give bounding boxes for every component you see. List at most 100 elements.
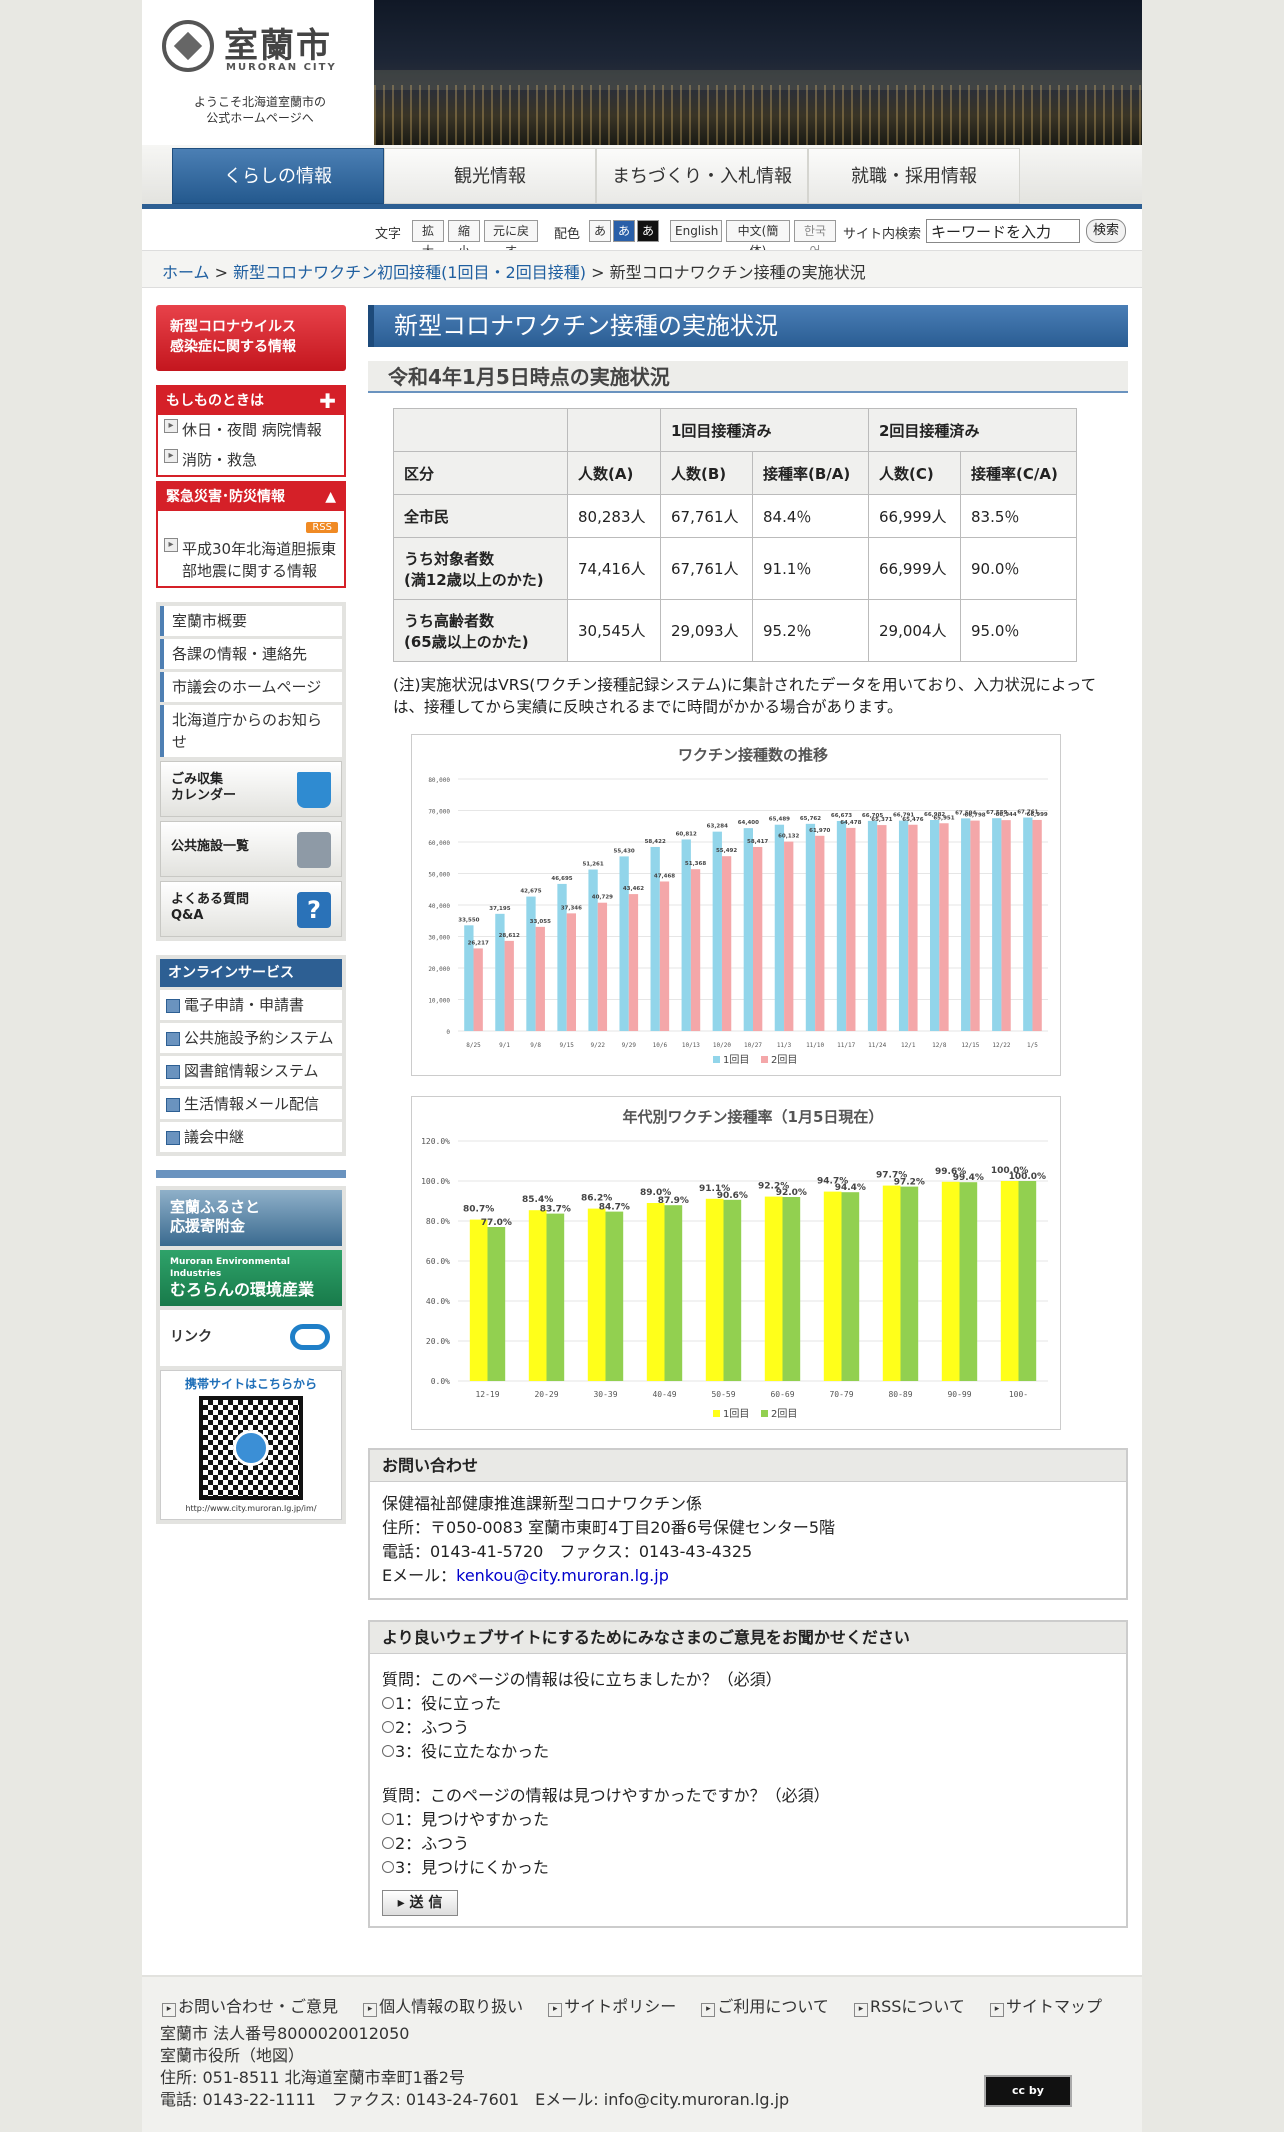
bar <box>900 1186 919 1381</box>
text-reset-button[interactable]: 元に戻す <box>484 220 538 258</box>
color-blue-button[interactable]: あ <box>613 220 635 242</box>
survey-option-label: 2：ふつう <box>395 1834 470 1853</box>
survey-question-2: 質問：このページの情報は見つけやすかったですか？（必須） <box>382 1786 830 1805</box>
bar <box>597 902 608 1031</box>
site-footer: お問い合わせ・ご意見 個人情報の取り扱い サイトポリシー ご利用について RSS… <box>142 1975 1142 2132</box>
breadcrumb-home-link[interactable]: ホーム <box>162 263 210 282</box>
contact-dept: 保健福祉部健康推進課新型コロナワクチン係 <box>382 1494 703 1513</box>
breadcrumb-separator: > <box>214 263 229 282</box>
breadcrumb-parent-link[interactable]: 新型コロナワクチン初回接種(1回目・2回目接種) <box>233 263 586 282</box>
lang-english-button[interactable]: English <box>670 220 722 242</box>
data-label: 51,368 <box>685 861 706 867</box>
bar <box>681 839 691 1031</box>
survey-q2-option-1-radio[interactable] <box>382 1813 394 1825</box>
y-tick-label: 20,000 <box>428 966 450 973</box>
x-tick-label: 11/24 <box>868 1042 886 1049</box>
sidebar-item-city-overview[interactable]: 室蘭市概要 <box>160 606 342 636</box>
breadcrumb-current: 新型コロナワクチン接種の実施状況 <box>609 263 866 282</box>
lang-korean-button[interactable]: 한국어 <box>794 220 836 258</box>
disaster-title: 緊急災害･防災情報 <box>166 489 285 505</box>
page-title: 新型コロナワクチン接種の実施状況 <box>368 305 1128 347</box>
faq-button[interactable]: よくある質問 Q&A ? <box>160 881 342 937</box>
legend-label: 2回目 <box>771 1054 797 1066</box>
survey-option-label: 2：ふつう <box>395 1718 470 1737</box>
furusato-line-1: 室蘭ふるさと <box>170 1198 261 1216</box>
data-label: 61,970 <box>809 828 830 834</box>
mobile-site-qr[interactable]: 携帯サイトはこちらから http://www.city.muroran.lg.j… <box>160 1370 342 1520</box>
data-label: 83.7% <box>540 1205 571 1215</box>
public-facilities-button[interactable]: 公共施設一覧 <box>160 821 342 877</box>
bar <box>846 827 856 1031</box>
site-logo[interactable]: 室蘭市 MURORAN CITY ようこそ北海道室蘭市の 公式ホームページへ <box>142 0 372 145</box>
vaccination-count-chart-svg: ワクチン接種数の推移 0 10,000 20,000 30,000 40,000 50,00… <box>428 746 1048 1066</box>
footer-link-terms[interactable]: ご利用について <box>701 1997 829 2016</box>
bar <box>546 1213 565 1381</box>
survey-option-label: 1：見つけやすかった <box>395 1810 550 1829</box>
survey-q1-option-1-radio[interactable] <box>382 1697 394 1709</box>
garbage-calendar-button[interactable]: ごみ収集 カレンダー <box>160 761 342 817</box>
sidebar-item-e-application[interactable]: 電子申請・申請書 <box>160 990 342 1020</box>
city-info-box: 室蘭市概要 各課の情報・連絡先 市議会のホームページ 北海道庁からのお知らせ ご… <box>156 602 346 941</box>
nav-living[interactable]: くらしの情報 <box>172 148 384 204</box>
footer-link-site-policy[interactable]: サイトポリシー <box>548 1997 676 2016</box>
nav-employment[interactable]: 就職・採用情報 <box>808 148 1020 204</box>
lang-chinese-button[interactable]: 中文(簡体) <box>726 220 790 258</box>
table-cell: 91.1％ <box>752 537 869 600</box>
sidebar-item-holiday-hospital[interactable]: 休日・夜間 病院情報 <box>158 415 344 445</box>
color-black-button[interactable]: あ <box>637 220 659 242</box>
x-tick-label: 10/27 <box>744 1042 762 1049</box>
bar <box>815 835 825 1031</box>
data-label: 64,478 <box>840 820 861 826</box>
sidebar-item-library[interactable]: 図書館情報システム <box>160 1056 342 1086</box>
text-shrink-button[interactable]: 縮小 <box>448 220 480 258</box>
survey-q2-option-3-radio[interactable] <box>382 1861 394 1873</box>
creative-commons-icon[interactable]: cc by <box>984 2075 1072 2107</box>
nav-town-planning[interactable]: まちづくり・入札情報 <box>596 148 808 204</box>
covid-info-button[interactable]: 新型コロナウイルス 感染症に関する情報 <box>156 305 346 371</box>
sidebar-item-fire-ambulance[interactable]: 消防・救急 <box>158 445 344 475</box>
furusato-donation-banner[interactable]: 室蘭ふるさと 応援寄附金 <box>160 1190 342 1246</box>
sidebar-item-departments[interactable]: 各課の情報・連絡先 <box>160 639 342 669</box>
environmental-industries-banner[interactable]: Muroran Environmental Industries むろらんの環境… <box>160 1250 342 1306</box>
data-label: 100.0% <box>1009 1172 1047 1182</box>
y-tick-label: 40,000 <box>428 903 450 910</box>
breadcrumb-separator: > <box>591 263 605 282</box>
links-banner[interactable]: リンク <box>160 1310 342 1366</box>
data-label: 58,422 <box>645 839 666 845</box>
sidebar-item-hokkaido-notices[interactable]: 北海道庁からのお知らせ <box>160 705 342 757</box>
nav-tourism[interactable]: 観光情報 <box>384 148 596 204</box>
text-enlarge-button[interactable]: 拡大 <box>412 220 444 258</box>
contact-box: お問い合わせ 保健福祉部健康推進課新型コロナワクチン係 住所：〒050-0083… <box>368 1448 1128 1600</box>
survey-q1-option-3-radio[interactable] <box>382 1745 394 1757</box>
data-label: 43,462 <box>623 886 644 892</box>
page: 室蘭市 MURORAN CITY ようこそ北海道室蘭市の 公式ホームページへ く… <box>142 0 1142 2132</box>
color-white-button[interactable]: あ <box>589 220 611 242</box>
sidebar-item-mail-delivery[interactable]: 生活情報メール配信 <box>160 1089 342 1119</box>
site-search-button[interactable]: 検索 <box>1086 219 1126 243</box>
footer-link-sitemap[interactable]: サイトマップ <box>990 1997 1102 2016</box>
data-label: 55,430 <box>614 848 635 854</box>
footer-link-privacy[interactable]: 個人情報の取り扱い <box>363 1997 523 2016</box>
vaccination-status-table: 1回目接種済み 2回目接種済み 区分 人数(A) 人数(B) 接種率(B/A) … <box>393 408 1077 662</box>
bar <box>992 818 1002 1031</box>
bar <box>526 896 536 1031</box>
qr-code-icon <box>199 1396 303 1500</box>
survey-q1-option-2-radio[interactable] <box>382 1721 394 1733</box>
table-cell: 80,283人 <box>567 494 661 538</box>
sidebar-item-city-council[interactable]: 市議会のホームページ <box>160 672 342 702</box>
site-search-input[interactable] <box>926 219 1080 243</box>
table-cell: 66,999人 <box>868 494 961 538</box>
table-cell: 67,761人 <box>660 494 753 538</box>
sidebar-item-earthquake[interactable]: 平成30年北海道胆振東部地震に関する情報 <box>158 534 344 586</box>
contact-email-link[interactable]: kenkou@city.muroran.lg.jp <box>456 1566 669 1585</box>
survey-submit-button[interactable]: ▸ 送 信 <box>382 1890 458 1916</box>
footer-link-contact[interactable]: お問い合わせ・ご意見 <box>162 1997 338 2016</box>
survey-q2-option-2-radio[interactable] <box>382 1837 394 1849</box>
bar <box>784 841 794 1031</box>
city-emblem-icon <box>162 20 214 72</box>
rss-icon[interactable]: RSS <box>306 522 338 533</box>
data-label: 66,944 <box>995 812 1016 818</box>
sidebar-item-council-broadcast[interactable]: 議会中継 <box>160 1122 342 1152</box>
sidebar-item-facility-booking[interactable]: 公共施設予約システム <box>160 1023 342 1053</box>
footer-link-rss[interactable]: RSSについて <box>854 1997 965 2016</box>
